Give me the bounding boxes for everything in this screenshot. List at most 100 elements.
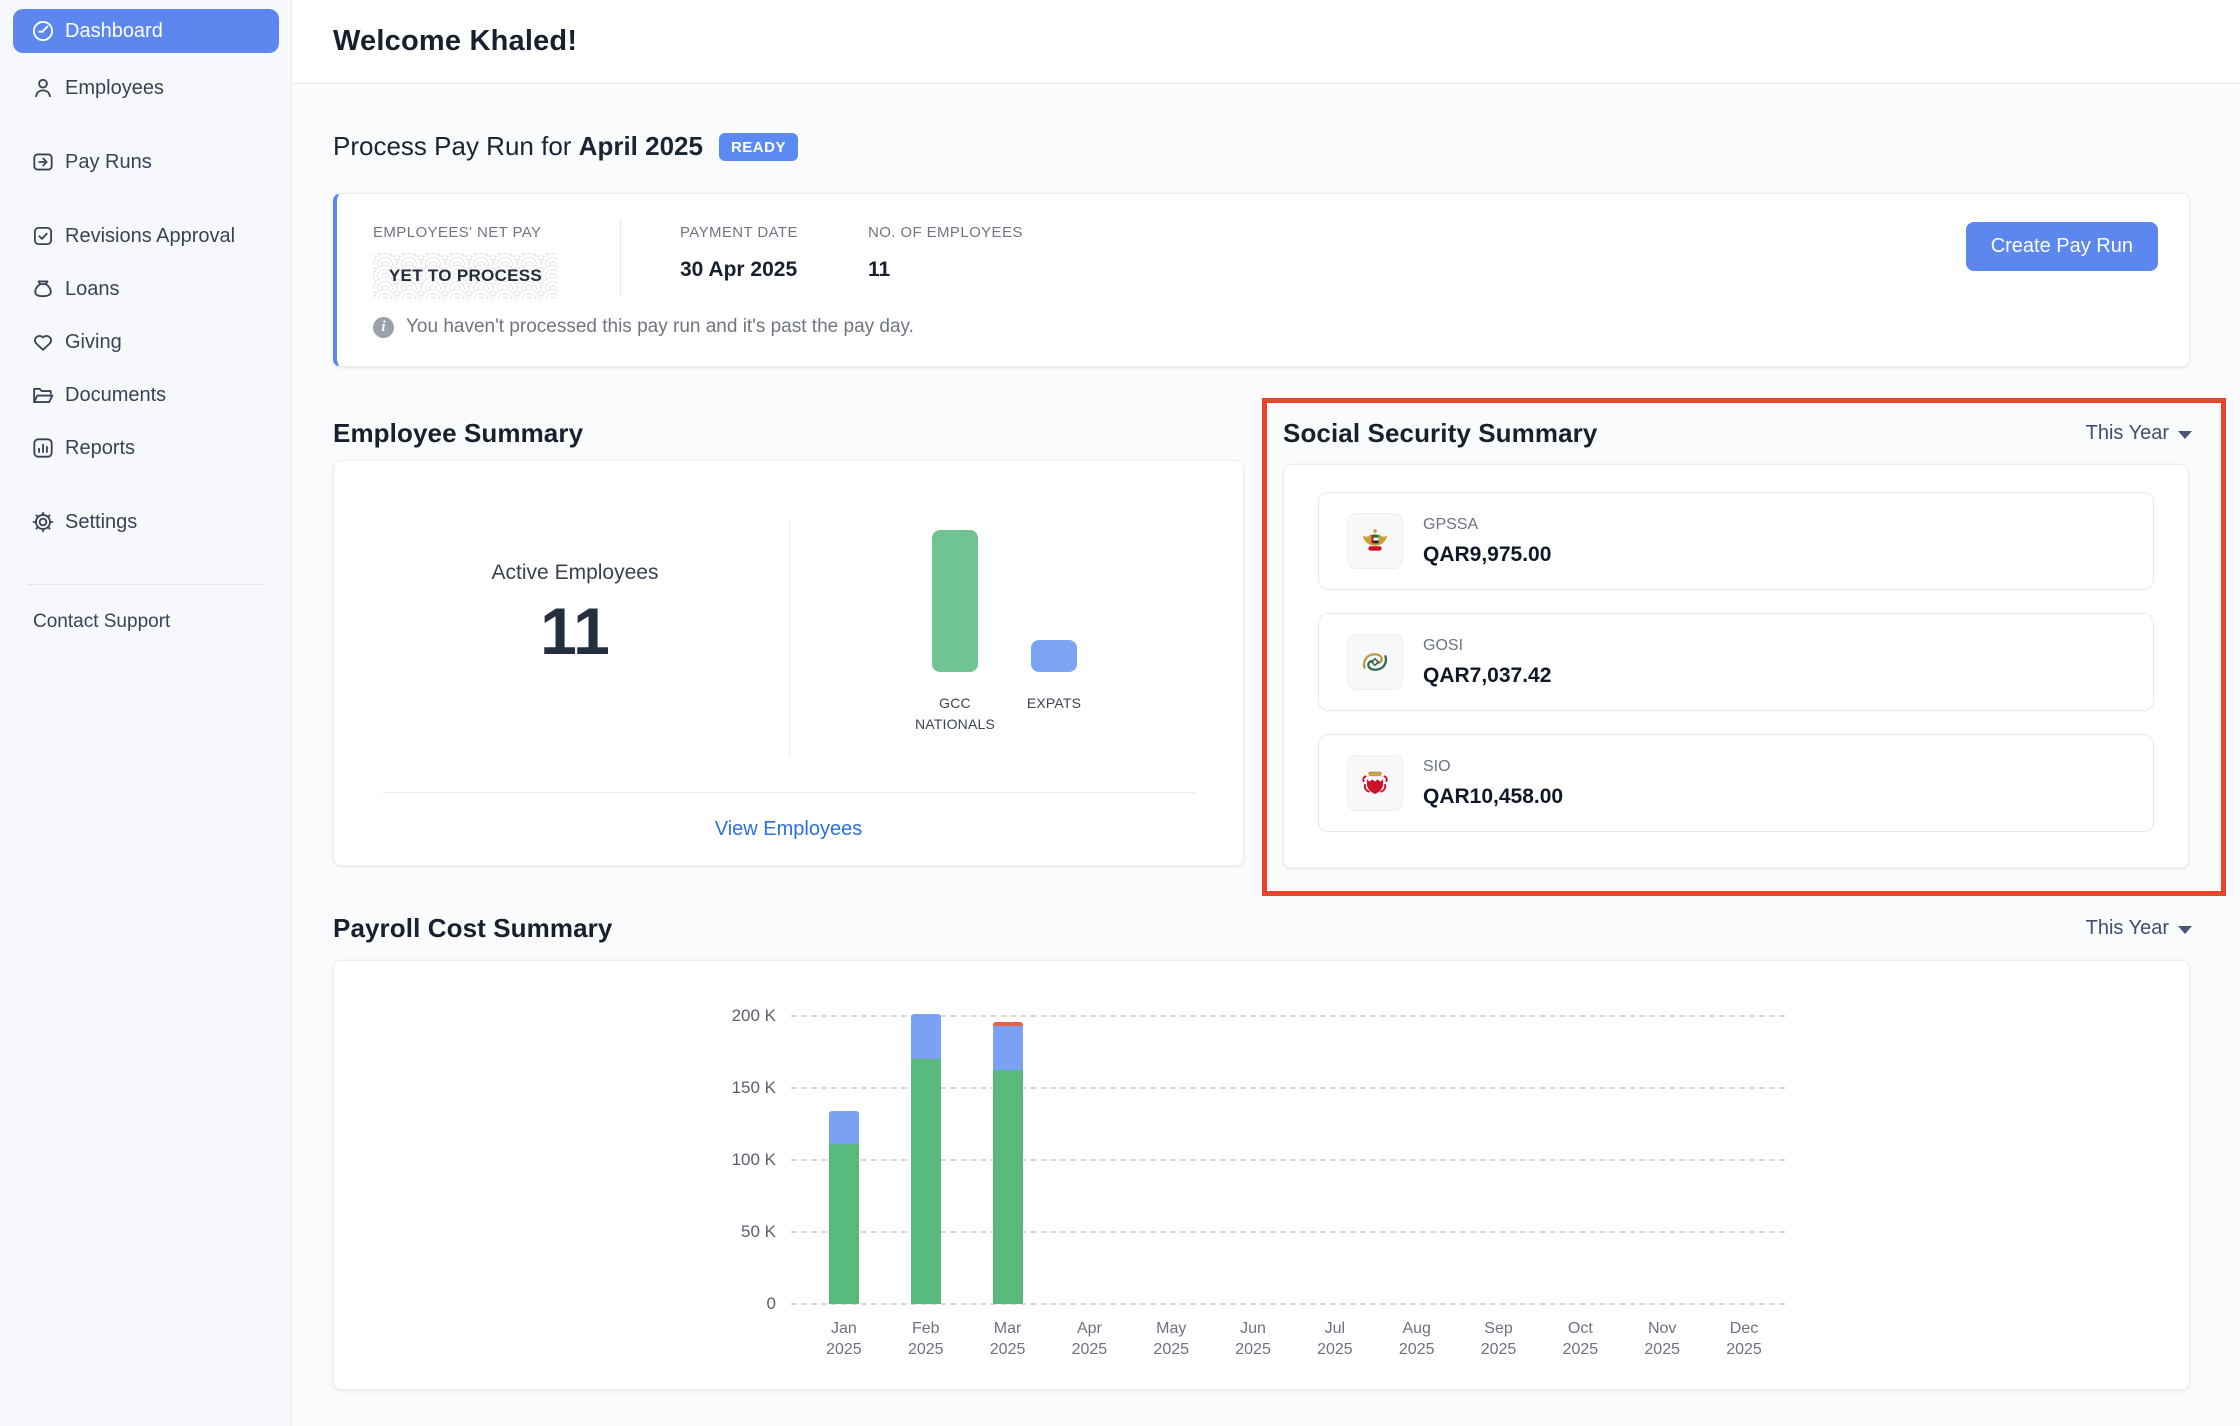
bar-slot: Apr2025: [1048, 961, 1130, 1391]
bahrain-emblem-icon: [1347, 755, 1403, 811]
sidebar-item-label: Revisions Approval: [65, 225, 235, 248]
y-axis-tick-label: 0: [676, 1293, 776, 1314]
social-security-item-gosi: GOSI QAR7,037.42: [1318, 613, 2154, 711]
employee-count-label: NO. OF EMPLOYEES: [868, 224, 1023, 241]
sidebar-item-loans[interactable]: Loans: [13, 267, 279, 311]
sidebar-item-label: Giving: [65, 331, 122, 354]
payrun-info-row: i You haven't processed this pay run and…: [373, 316, 914, 338]
payrun-title-prefix: Process Pay Run for: [333, 131, 571, 161]
giving-icon: [30, 329, 56, 355]
payroll-cost-card: 0 50 K 100 K 150 K 200 K Jan2025Feb2025Mar202…: [333, 960, 2190, 1390]
sidebar-item-reports[interactable]: Reports: [13, 426, 279, 470]
bar-slots: Jan2025Feb2025Mar2025Apr2025May2025Jun20…: [803, 961, 1785, 1391]
contact-support-link[interactable]: Contact Support: [33, 611, 291, 633]
bar-slot: Jul2025: [1294, 961, 1376, 1391]
employee-summary-card: Active Employees 11 View Employees GCC N…: [333, 460, 1244, 866]
bar-segment-green: [993, 1070, 1023, 1304]
employees-icon: [30, 75, 56, 101]
y-axis-tick-label: 200 K: [676, 1005, 776, 1026]
payrun-card: EMPLOYEES' NET PAY YET TO PROCESS PAYMEN…: [333, 193, 2190, 367]
sidebar-item-label: Pay Runs: [65, 151, 152, 174]
social-security-period-dropdown[interactable]: This Year: [2086, 422, 2192, 445]
gcc-nationals-bar: [932, 530, 978, 672]
payroll-bar-jan-2025: [829, 1111, 859, 1304]
employee-count-value: 11: [868, 258, 1023, 282]
active-employees-count: 11: [454, 593, 696, 669]
payroll-cost-title: Payroll Cost Summary: [333, 913, 612, 944]
payrun-title-period: April 2025: [579, 131, 703, 161]
sidebar-item-employees[interactable]: Employees: [13, 66, 279, 110]
reports-icon: [30, 435, 56, 461]
net-pay-column: EMPLOYEES' NET PAY YET TO PROCESS: [373, 224, 558, 299]
sidebar-item-giving[interactable]: Giving: [13, 320, 279, 364]
bar-slot: Nov2025: [1621, 961, 1703, 1391]
bar-category-label: EXPATS: [999, 693, 1109, 714]
sidebar-item-dashboard[interactable]: Dashboard: [13, 9, 279, 53]
sidebar-item-revisions-approval[interactable]: Revisions Approval: [13, 214, 279, 258]
y-axis-tick-label: 150 K: [676, 1077, 776, 1098]
bar-segment-blue: [911, 1014, 941, 1059]
sidebar: Dashboard Employees Pay Runs Revisions A…: [0, 0, 292, 1426]
x-axis-tick-label: Mar2025: [967, 1318, 1049, 1360]
y-axis-tick-label: 50 K: [676, 1221, 776, 1242]
payrun-info-text: You haven't processed this pay run and i…: [406, 316, 914, 338]
bar-slot: Dec2025: [1703, 961, 1785, 1391]
social-security-item-texts: GPSSA QAR9,975.00: [1423, 516, 1551, 567]
payment-date-value: 30 Apr 2025: [680, 258, 798, 282]
social-security-period-label: This Year: [2086, 422, 2169, 445]
bar-slot: Oct2025: [1539, 961, 1621, 1391]
status-badge: READY: [719, 133, 798, 161]
topbar: Welcome Khaled!: [292, 0, 2240, 84]
x-axis-tick-label: May2025: [1130, 1318, 1212, 1360]
sidebar-item-settings[interactable]: Settings: [13, 500, 279, 544]
chevron-down-icon: [2178, 431, 2192, 439]
create-pay-run-button[interactable]: Create Pay Run: [1966, 222, 2158, 271]
sidebar-divider: [27, 584, 266, 585]
social-security-item-amount: QAR7,037.42: [1423, 664, 1551, 688]
social-security-item-name: SIO: [1423, 758, 1563, 776]
bar-segment-green: [911, 1059, 941, 1304]
active-employees-label: Active Employees: [454, 561, 696, 585]
bar-segment-blue: [829, 1111, 859, 1144]
payroll-bar-mar-2025: [993, 1022, 1023, 1304]
bar-slot: Jun2025: [1212, 961, 1294, 1391]
sidebar-item-label: Settings: [65, 511, 137, 534]
info-icon: i: [373, 317, 394, 338]
horizontal-divider: [382, 792, 1195, 793]
x-axis-tick-label: Jan2025: [803, 1318, 885, 1360]
expats-bar: [1031, 640, 1077, 672]
payroll-cost-period-dropdown[interactable]: This Year: [2086, 917, 2192, 940]
bar-slot: Jan2025: [803, 961, 885, 1391]
bar-category-label: GCC NATIONALS: [900, 693, 1010, 735]
vertical-divider: [789, 521, 790, 756]
x-axis-tick-label: Dec2025: [1703, 1318, 1785, 1360]
sidebar-item-label: Dashboard: [65, 20, 163, 43]
bar-slot: May2025: [1130, 961, 1212, 1391]
payrun-title-row: Process Pay Run for April 2025 READY: [333, 131, 798, 162]
app-root: Dashboard Employees Pay Runs Revisions A…: [0, 0, 2240, 1426]
bar-segment-green: [829, 1144, 859, 1304]
bar-slot: Sep2025: [1458, 961, 1540, 1391]
sidebar-item-label: Employees: [65, 77, 164, 100]
bar-slot: Aug2025: [1376, 961, 1458, 1391]
sidebar-item-label: Reports: [65, 437, 135, 460]
documents-icon: [30, 382, 56, 408]
social-security-item-texts: SIO QAR10,458.00: [1423, 758, 1563, 809]
social-security-item-gpssa: GPSSA QAR9,975.00: [1318, 492, 2154, 590]
social-security-item-amount: QAR10,458.00: [1423, 785, 1563, 809]
payroll-bar-feb-2025: [911, 1014, 941, 1304]
view-employees-link[interactable]: View Employees: [334, 818, 1243, 841]
uae-emblem-icon: [1347, 513, 1403, 569]
bar-slot: Feb2025: [885, 961, 967, 1391]
loans-icon: [30, 276, 56, 302]
x-axis-tick-label: Jul2025: [1294, 1318, 1376, 1360]
x-axis-tick-label: Jun2025: [1212, 1318, 1294, 1360]
bar-slot: Mar2025: [967, 961, 1049, 1391]
x-axis-tick-label: Sep2025: [1458, 1318, 1540, 1360]
employee-count-column: NO. OF EMPLOYEES 11: [868, 224, 1023, 282]
sidebar-item-documents[interactable]: Documents: [13, 373, 279, 417]
y-axis-tick-label: 100 K: [676, 1149, 776, 1170]
revisions-approval-icon: [30, 223, 56, 249]
sidebar-item-pay-runs[interactable]: Pay Runs: [13, 140, 279, 184]
x-axis-tick-label: Apr2025: [1048, 1318, 1130, 1360]
